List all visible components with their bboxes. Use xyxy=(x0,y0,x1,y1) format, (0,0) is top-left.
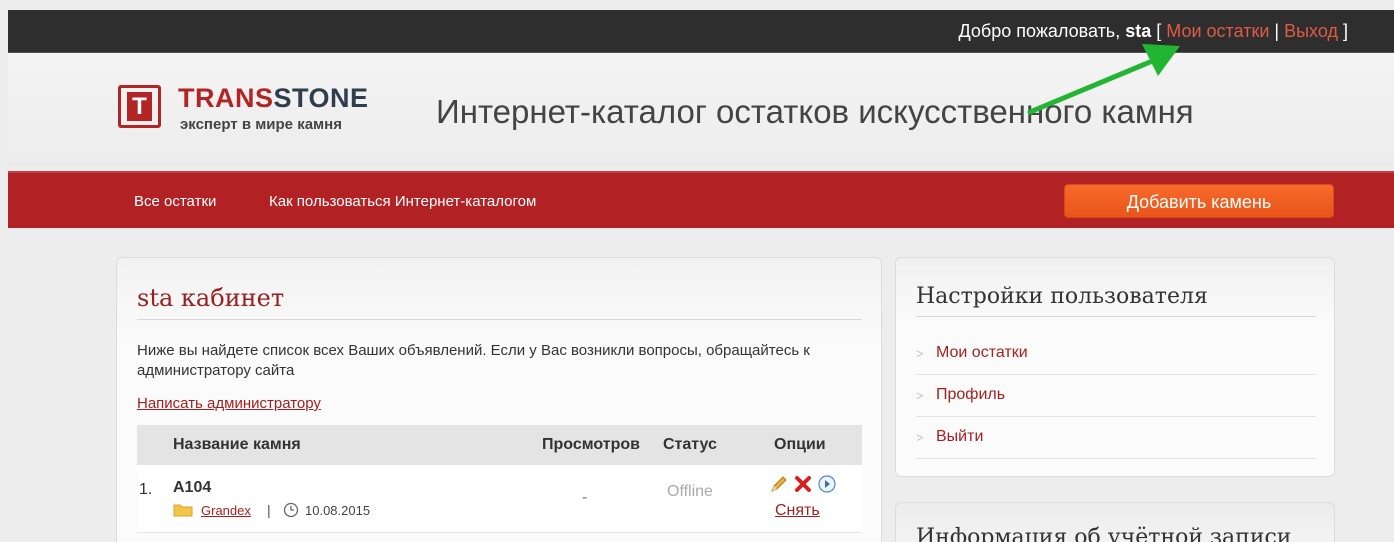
folder-icon xyxy=(173,504,193,517)
chevron-right-icon: > xyxy=(916,346,924,361)
column-header-options: Опции xyxy=(774,436,826,453)
delete-icon[interactable] xyxy=(793,474,813,494)
row-separator: | xyxy=(267,502,271,518)
user-settings-panel: Настройки пользователя > Мои остатки > П… xyxy=(895,257,1335,477)
logo-icon[interactable]: T xyxy=(118,85,161,128)
stone-category-link[interactable]: Grandex xyxy=(201,503,251,518)
column-header-views: Просмотров xyxy=(542,436,640,453)
nav-item-all-stones[interactable]: Все остатки xyxy=(134,193,216,210)
my-stones-link[interactable]: Мои остатки xyxy=(1166,21,1269,41)
welcome-text: Добро пожаловать, sta [ Мои остатки | Вы… xyxy=(959,21,1348,42)
clock-icon xyxy=(283,502,299,518)
sidebar-item-label: Мои остатки xyxy=(936,344,1028,361)
logo-name-part2: STONE xyxy=(273,83,369,113)
views-count: - xyxy=(582,489,588,506)
table-row: 1. A104 Grandex | 10.08.2015 - Offline С… xyxy=(137,465,862,533)
column-header-name: Название камня xyxy=(173,436,301,453)
edit-pencil-icon[interactable] xyxy=(769,474,789,494)
logout-link[interactable]: Выход xyxy=(1284,21,1338,41)
sidebar-item-profile[interactable]: > Профиль xyxy=(916,375,1316,417)
username: sta xyxy=(1125,21,1152,41)
write-admin-link[interactable]: Написать администратору xyxy=(137,395,321,412)
play-icon[interactable] xyxy=(817,474,837,494)
sidebar-item-label: Выйти xyxy=(936,428,984,445)
logo-letter: T xyxy=(127,92,152,121)
remove-link[interactable]: Снять xyxy=(775,502,820,520)
logo-name-part1: TRANS xyxy=(178,83,274,113)
divider-line xyxy=(916,316,1316,317)
bracket-close: ] xyxy=(1342,21,1348,41)
table-header: Название камня Просмотров Статус Опции xyxy=(137,425,862,465)
logo-tagline: эксперт в мире камня xyxy=(180,116,342,133)
sidebar-item-label: Профиль xyxy=(936,386,1006,403)
account-info-panel: Информация об учётной записи xyxy=(895,502,1335,542)
divider: | xyxy=(1274,21,1280,41)
add-stone-button[interactable]: Добавить камень xyxy=(1064,184,1334,218)
settings-title: Настройки пользователя xyxy=(916,284,1208,309)
cabinet-description: Ниже вы найдете список всех Ваших объявл… xyxy=(137,342,810,379)
cabinet-panel: sta кабинет Ниже вы найдете список всех … xyxy=(116,257,882,542)
nav-item-how-to-use[interactable]: Как пользоваться Интернет-каталогом xyxy=(269,193,536,210)
chevron-right-icon: > xyxy=(916,430,924,445)
logo-name[interactable]: TRANSSTONE xyxy=(178,83,369,114)
row-options xyxy=(769,473,849,495)
welcome-prefix: Добро пожаловать, xyxy=(958,21,1121,41)
account-info-title: Информация об учётной записи xyxy=(916,525,1292,542)
column-header-status: Статус xyxy=(663,436,717,453)
row-number: 1. xyxy=(139,481,153,498)
chevron-right-icon: > xyxy=(916,388,924,403)
divider-line xyxy=(137,319,862,320)
bracket-open: [ xyxy=(1156,21,1162,41)
stone-date: 10.08.2015 xyxy=(305,503,371,518)
stone-name: A104 xyxy=(173,479,212,496)
sidebar-item-my-stones[interactable]: > Мои остатки xyxy=(916,333,1316,375)
main-nav: Все остатки Как пользоваться Интернет-ка… xyxy=(8,171,1394,228)
sidebar-item-logout[interactable]: > Выйти xyxy=(916,417,1316,459)
annotation-arrow-icon xyxy=(1027,44,1180,115)
status-badge: Offline xyxy=(667,483,713,500)
cabinet-title: sta кабинет xyxy=(137,284,285,312)
